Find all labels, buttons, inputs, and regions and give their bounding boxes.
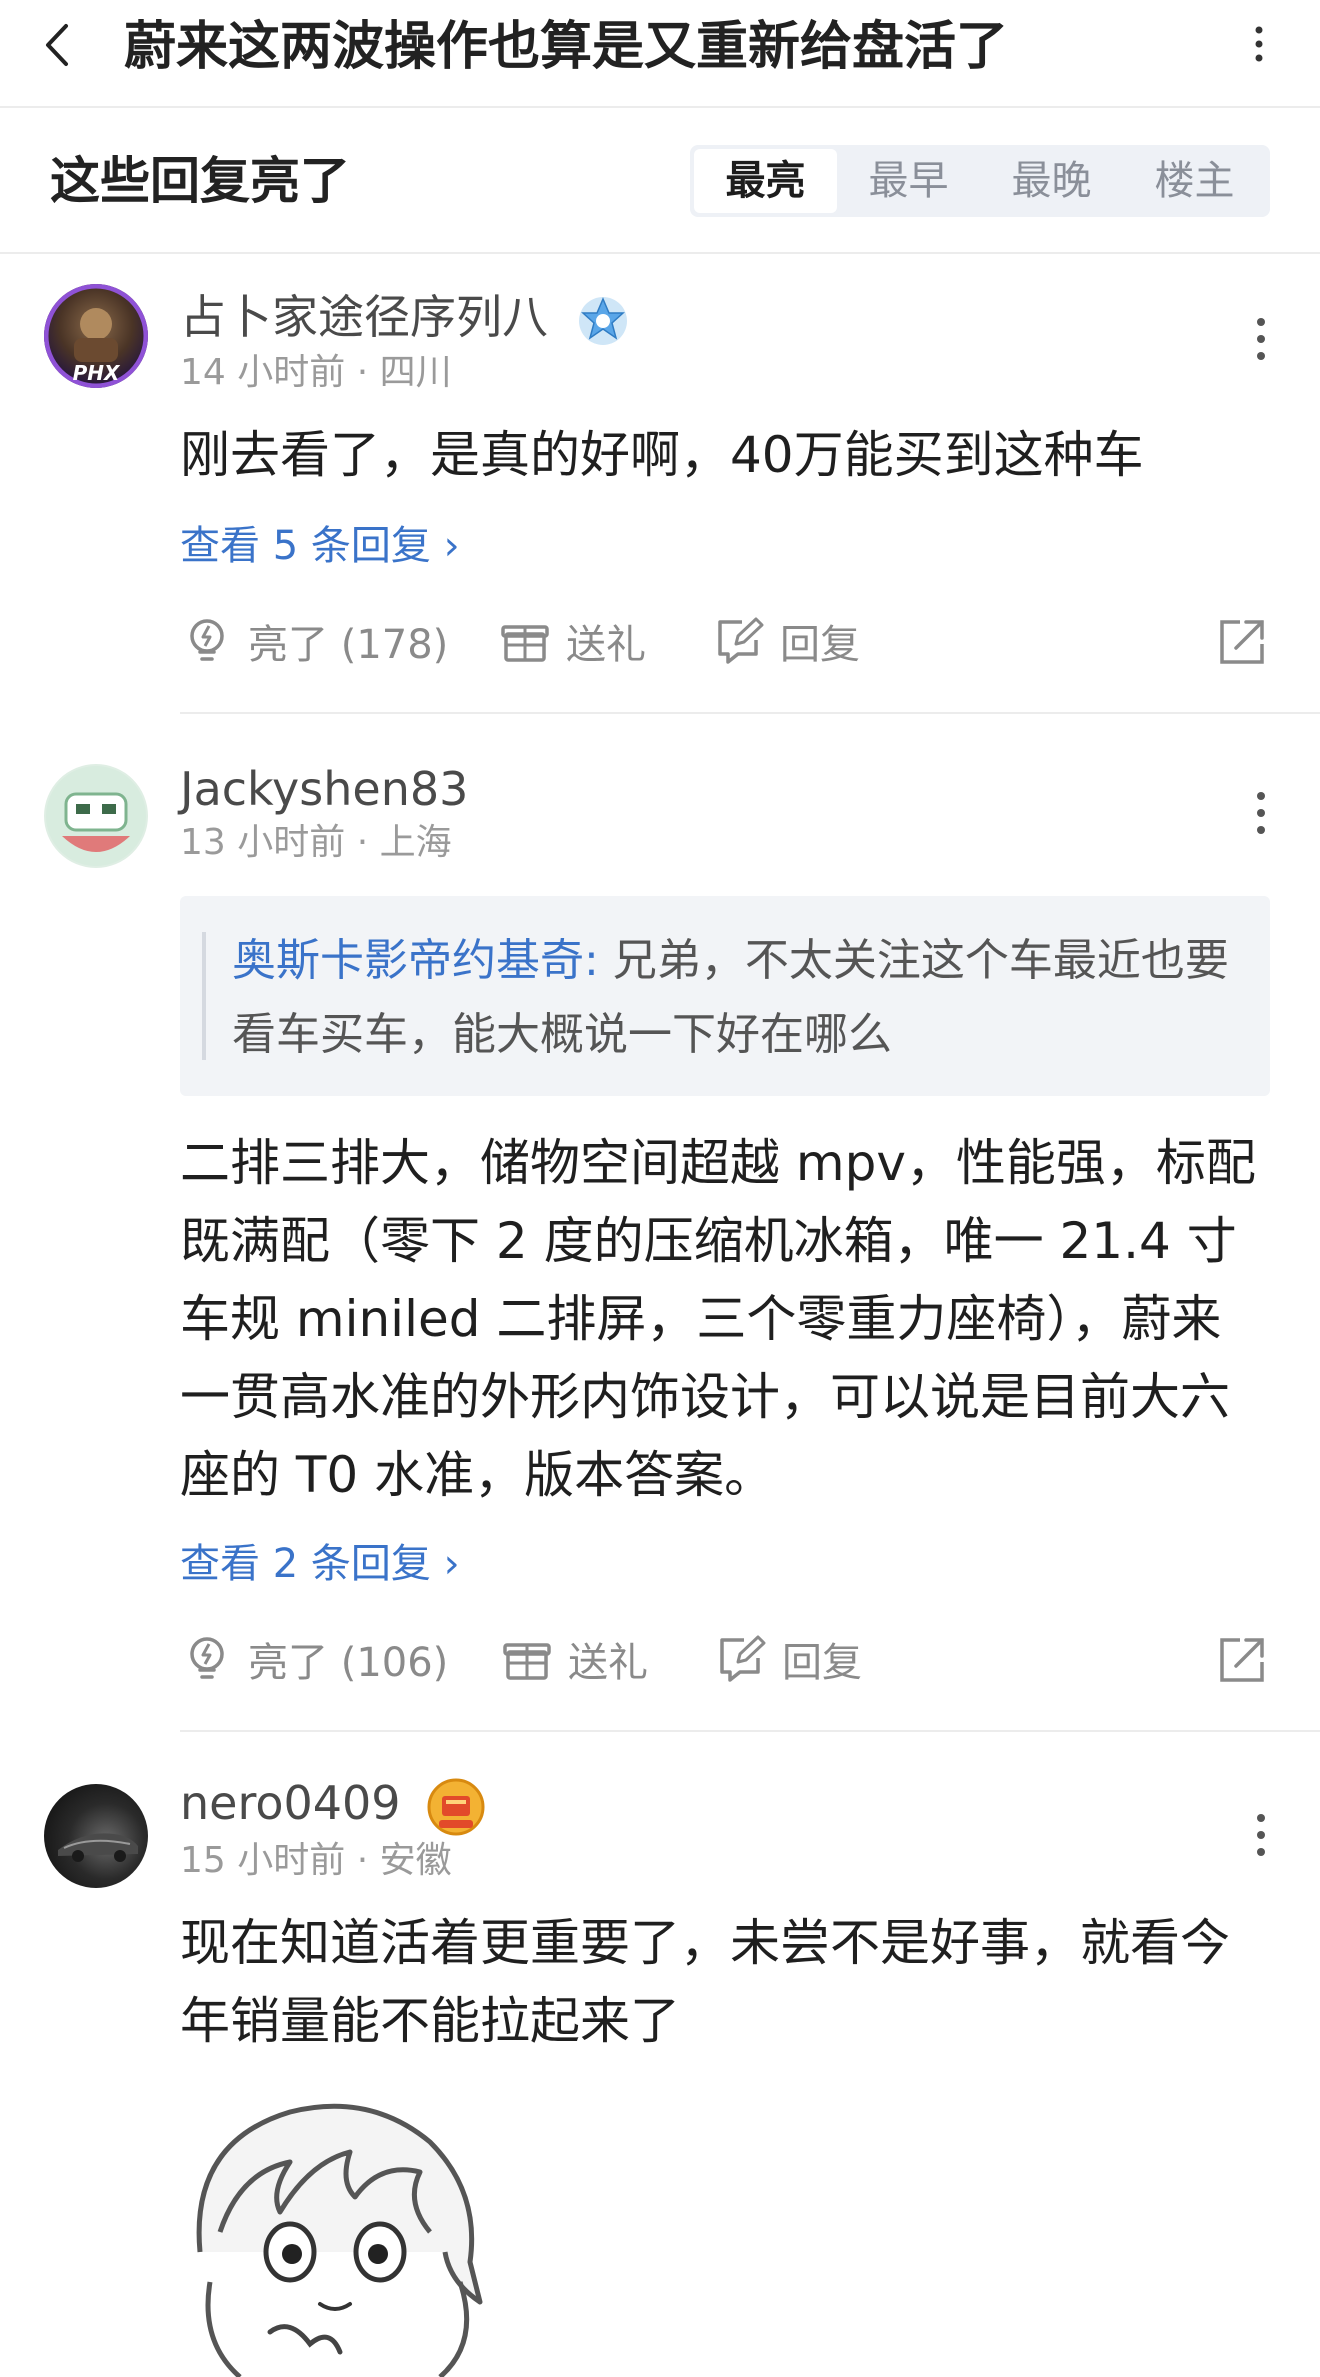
like-button[interactable]: 亮了 (106) <box>180 1624 448 1694</box>
avatar-image-icon: PHX <box>44 284 148 388</box>
reply-label: 回复 <box>782 1640 862 1686</box>
like-button[interactable]: 亮了 (178) <box>180 606 448 676</box>
anime-girl-sticker-icon <box>180 2082 500 2377</box>
share-button[interactable] <box>1216 606 1270 676</box>
avatar-image-icon <box>46 766 146 866</box>
tab-op-only[interactable]: 楼主 <box>1123 149 1266 213</box>
avatar[interactable] <box>44 1784 148 1888</box>
section-header: 这些回复亮了 最亮 最早 最晚 楼主 <box>0 108 1320 254</box>
gift-label: 送礼 <box>568 1640 648 1686</box>
quote-bar <box>202 932 206 1060</box>
gift-label: 送礼 <box>566 622 646 668</box>
reply-button[interactable]: 回复 <box>714 1624 862 1694</box>
reply-label: 回复 <box>780 622 860 668</box>
svg-text:PHX: PHX <box>73 361 121 385</box>
reply-edit-icon <box>720 1635 766 1682</box>
view-replies-text: 查看 2 条回复 <box>180 1541 431 1587</box>
username-text: 占卜家途径序列八 <box>180 290 548 344</box>
comment-body: 刚去看了，是真的好啊，40万能买到这种车 <box>180 426 1144 484</box>
action-bar: 亮了 (106) 送礼 回复 <box>180 1624 1270 1694</box>
quoted-comment[interactable]: 奥斯卡影帝约基奇: 兄弟，不太关注这个车最近也要看车买车，能大概说一下好在哪么 <box>180 896 1270 1096</box>
view-replies-link[interactable]: 查看 5 条回复 › <box>180 520 460 572</box>
comment-body: 现在知道活着更重要了，未尝不是好事，就看今年销量能不能拉起来了 <box>180 1914 1230 2050</box>
user-badge-icon <box>427 1778 485 1835</box>
gift-button[interactable]: 送礼 <box>498 606 646 676</box>
quote-author[interactable]: 奥斯卡影帝约基奇: <box>232 935 599 986</box>
comment-body: 二排三排大，储物空间超越 mpv，性能强，标配既满配（零下 2 度的压缩机冰箱，… <box>180 1134 1256 1504</box>
comment-meta: 14 小时前 · 四川 <box>180 352 452 393</box>
username[interactable]: 占卜家途径序列八 <box>180 288 633 351</box>
gift-button[interactable]: 送礼 <box>500 1624 648 1694</box>
reply-edit-icon <box>718 617 764 664</box>
back-arrow-icon[interactable] <box>38 20 78 70</box>
view-replies-link[interactable]: 查看 2 条回复 › <box>180 1538 460 1590</box>
more-options-icon[interactable] <box>1246 314 1276 364</box>
lightbulb-icon <box>190 619 224 661</box>
quote-text: 奥斯卡影帝约基奇: 兄弟，不太关注这个车最近也要看车买车，能大概说一下好在哪么 <box>232 924 1242 1072</box>
gift-icon <box>503 1643 551 1680</box>
comment-meta: 15 小时前 · 安徽 <box>180 1840 452 1881</box>
avatar[interactable] <box>44 764 148 868</box>
avatar[interactable]: PHX <box>44 284 148 388</box>
page-title: 蔚来这两波操作也算是又重新给盘活了 <box>124 17 1009 77</box>
sticker-image[interactable] <box>180 2082 500 2377</box>
more-options-icon[interactable] <box>1246 1810 1276 1860</box>
sort-tabs: 最亮 最早 最晚 楼主 <box>690 145 1270 217</box>
comment-item: PHX 占卜家途径序列八 14 小时前 · 四川 刚去看了，是真的好啊，40万能… <box>0 254 1320 714</box>
user-badge-icon <box>578 296 627 345</box>
share-icon <box>1220 1638 1264 1682</box>
like-count: 亮了 (178) <box>248 622 449 668</box>
tab-earliest[interactable]: 最早 <box>837 149 980 213</box>
tab-latest[interactable]: 最晚 <box>980 149 1123 213</box>
action-bar: 亮了 (178) 送礼 回复 <box>180 606 1270 676</box>
like-count: 亮了 (106) <box>248 1640 449 1686</box>
username-text: nero0409 <box>180 1776 401 1830</box>
share-icon <box>1220 620 1264 664</box>
section-title: 这些回复亮了 <box>50 152 350 210</box>
avatar-image-icon <box>58 1833 138 1862</box>
view-replies-text: 查看 5 条回复 <box>180 523 431 569</box>
comment-item: nero0409 15 小时前 · 安徽 现在知道活着更重要了，未尝不是好事，就… <box>0 1732 1320 2082</box>
share-button[interactable] <box>1216 1624 1270 1694</box>
reply-button[interactable]: 回复 <box>712 606 860 676</box>
comment-item: Jackyshen83 13 小时前 · 上海 奥斯卡影帝约基奇: 兄弟，不太关… <box>0 714 1320 1732</box>
lightbulb-icon <box>190 1637 224 1679</box>
tab-brightest[interactable]: 最亮 <box>694 149 837 213</box>
username[interactable]: Jackyshen83 <box>180 760 468 818</box>
username[interactable]: nero0409 <box>180 1774 487 1838</box>
chevron-right-icon: › <box>443 1541 460 1587</box>
chevron-right-icon: › <box>443 523 460 569</box>
more-options-icon[interactable] <box>1246 788 1276 838</box>
more-options-icon[interactable] <box>1244 22 1274 66</box>
gift-icon <box>501 625 549 662</box>
comment-meta: 13 小时前 · 上海 <box>180 822 452 863</box>
top-nav-bar: 蔚来这两波操作也算是又重新给盘活了 <box>0 0 1320 108</box>
